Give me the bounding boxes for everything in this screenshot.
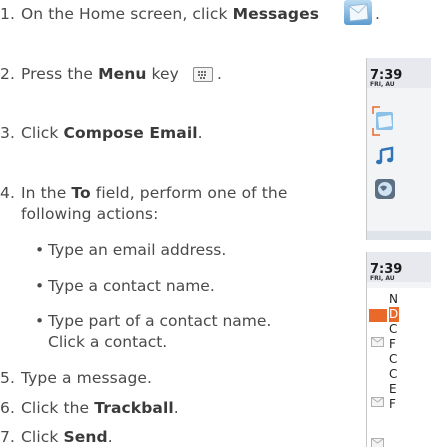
list-item: D [389,307,399,322]
sub-action-text: Type an email address. [48,241,227,259]
list-item: F [389,337,396,351]
step-number: 5. [0,369,15,387]
bullet: • [35,277,45,295]
step-keyword: To [71,184,91,202]
sub-action-text-line-2: Click a contact. [48,333,168,351]
messages-app-icon-selected [372,106,394,136]
envelope-icon [344,0,372,25]
blackberry-menu-key-icon [193,67,213,82]
step-1: 1. On the Home screen, click Messages [0,4,319,25]
step-keyword: Send [63,428,108,446]
step-6: 6. Click the Trackball. [0,398,179,419]
step-number: 2. [0,65,15,83]
clock-date: FRI, AU [370,81,395,88]
bullet: • [35,312,45,330]
sub-action-text: Type part of a contact name. [48,312,272,330]
step-number: 3. [0,124,15,142]
step-text-end: field, perform one of the [90,184,288,202]
step-text-end: . [173,399,179,417]
step-number: 4. [0,184,15,202]
clock-date: FRI, AU [370,275,395,282]
step-text: Click [21,124,64,142]
step-text: In the [21,184,72,202]
step-2-period: . [217,65,222,83]
list-item: E [389,382,397,396]
browser-globe-icon [374,178,396,200]
list-item: N [389,292,398,306]
step-text: Click the [21,399,95,417]
step-text: On the Home screen, click [21,5,233,23]
envelope-icon [371,332,384,347]
sub-action-text: Type a contact name. [48,277,215,295]
list-item: C [389,322,398,336]
step-3: 3. Click Compose Email. [0,123,203,144]
envelope-icon [371,392,384,407]
step-number: 7. [0,428,15,446]
step-4-line-2: following actions: [21,205,159,223]
envelope-icon [371,433,384,447]
selection-highlight [369,309,387,322]
bullet: • [35,241,45,259]
step-2: 2. Press the Menu key [0,64,179,85]
step-text: Type a message. [21,369,153,387]
list-item: C [389,352,398,366]
step-keyword: Trackball [94,399,174,417]
step-1-period: . [375,5,380,23]
step-keyword: Messages [232,5,320,23]
step-keyword: Menu [98,65,147,83]
list-item: C [389,367,398,381]
step-text: Press the [21,65,99,83]
list-item: F [389,397,396,411]
music-icon [375,146,395,166]
step-5: 5. Type a message. [0,368,152,389]
step-text-end: key [146,65,179,83]
step-number: 1. [0,5,15,23]
step-number: 6. [0,399,15,417]
step-7: 7. Click Send. [0,427,113,448]
step-text-end: . [197,124,203,142]
message-list-screenshot: 7:39 FRI, AU N D C F C C E F [366,252,431,447]
home-screen-screenshot: 7:39 FRI, AU [366,58,431,240]
message-list: N D C F C C E F [389,292,399,412]
step-4: 4. In the To field, perform one of the [0,183,287,204]
step-text-end: . [107,428,113,446]
step-keyword: Compose Email [63,124,198,142]
step-text: Click [21,428,64,446]
